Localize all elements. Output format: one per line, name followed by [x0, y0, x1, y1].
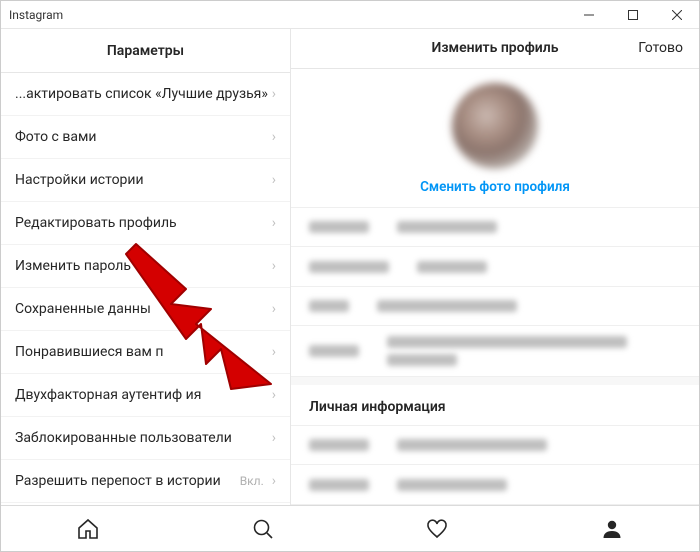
chevron-right-icon: › [272, 86, 276, 102]
search-icon [251, 517, 275, 541]
blurred-value [397, 439, 547, 451]
window-system-buttons [567, 1, 699, 29]
chevron-right-icon: › [272, 129, 276, 145]
chevron-right-icon: › [272, 258, 276, 274]
minimize-button[interactable] [567, 1, 611, 29]
settings-item-blocked-users[interactable]: Заблокированные пользователи › [1, 417, 290, 460]
chevron-right-icon: › [272, 387, 276, 403]
window-titlebar: Instagram [1, 1, 699, 29]
settings-item-story-settings[interactable]: Настройки истории › [1, 159, 290, 202]
nav-activity[interactable] [350, 506, 525, 551]
settings-item-label: Понравившиеся вам п [15, 344, 272, 360]
blurred-label [309, 261, 389, 273]
settings-item-close-friends[interactable]: ...актировать список «Лучшие друзья» › [1, 73, 290, 116]
profile-title: Изменить профиль [431, 40, 558, 56]
chevron-right-icon: › [272, 344, 276, 360]
nav-home[interactable] [1, 506, 176, 551]
content-area: Параметры ...актировать список «Лучшие д… [1, 29, 699, 505]
settings-item-label: Заблокированные пользователи [15, 430, 272, 446]
chevron-right-icon: › [272, 301, 276, 317]
blurred-label [309, 300, 349, 312]
profile-icon [600, 517, 624, 541]
profile-header: Изменить профиль Готово [291, 29, 699, 69]
settings-header: Параметры [1, 29, 290, 73]
settings-item-change-password[interactable]: Изменить пароль › [1, 245, 290, 288]
maximize-button[interactable] [611, 1, 655, 29]
settings-item-label: Двухфакторная аутентиф ия [15, 387, 272, 403]
blurred-value [377, 300, 517, 312]
home-icon [76, 517, 100, 541]
settings-item-label: ...актировать список «Лучшие друзья» [15, 86, 272, 102]
personal-info-section-title: Личная информация [291, 377, 699, 426]
done-button[interactable]: Готово [638, 40, 683, 56]
profile-field-bio[interactable] [291, 326, 699, 376]
profile-pane: Изменить профиль Готово Сменить фото про… [291, 29, 699, 505]
heart-icon [425, 517, 449, 541]
nav-search[interactable] [176, 506, 351, 551]
blurred-value [387, 336, 681, 366]
chevron-right-icon: › [272, 215, 276, 231]
settings-item-label: Изменить пароль [15, 258, 272, 274]
settings-sidebar: Параметры ...актировать список «Лучшие д… [1, 29, 291, 505]
blurred-label [309, 479, 369, 491]
profile-photo-section: Сменить фото профиля [291, 69, 699, 208]
blurred-label [309, 345, 359, 357]
settings-item-allow-story-repost[interactable]: Разрешить перепост в истории Вкл. › [1, 460, 290, 503]
settings-item-edit-profile[interactable]: Редактировать профиль › [1, 202, 290, 245]
blurred-label [309, 221, 369, 233]
blurred-value [417, 261, 487, 273]
settings-item-label: Фото с вами [15, 129, 272, 145]
nav-profile[interactable] [525, 506, 700, 551]
settings-item-accessory: Вкл. [240, 474, 264, 488]
profile-field-phone[interactable] [291, 465, 699, 505]
blurred-label [309, 439, 369, 451]
settings-item-label: Настройки истории [15, 172, 272, 188]
avatar [452, 83, 538, 169]
settings-title: Параметры [107, 43, 184, 59]
profile-field-email[interactable] [291, 426, 699, 466]
settings-item-photos-of-you[interactable]: Фото с вами › [1, 116, 290, 159]
settings-item-liked-posts[interactable]: Понравившиеся вам п › [1, 331, 290, 374]
change-photo-link[interactable]: Сменить фото профиля [291, 179, 699, 195]
settings-item-saved-data[interactable]: Сохраненные данны › [1, 288, 290, 331]
close-button[interactable] [655, 1, 699, 29]
window-title: Instagram [9, 8, 63, 22]
chevron-right-icon: › [272, 172, 276, 188]
bottom-nav [1, 505, 699, 551]
blurred-value [397, 221, 497, 233]
profile-field-username[interactable] [291, 247, 699, 287]
settings-item-label: Сохраненные данны [15, 301, 272, 317]
blurred-value [397, 479, 507, 491]
chevron-right-icon: › [272, 473, 276, 489]
settings-item-label: Редактировать профиль [15, 215, 272, 231]
profile-field-website[interactable] [291, 287, 699, 327]
settings-item-two-factor[interactable]: Двухфакторная аутентиф ия › [1, 374, 290, 417]
profile-field-name[interactable] [291, 208, 699, 248]
settings-item-label: Разрешить перепост в истории [15, 473, 240, 489]
chevron-right-icon: › [272, 430, 276, 446]
settings-list: ...актировать список «Лучшие друзья» › Ф… [1, 73, 290, 505]
